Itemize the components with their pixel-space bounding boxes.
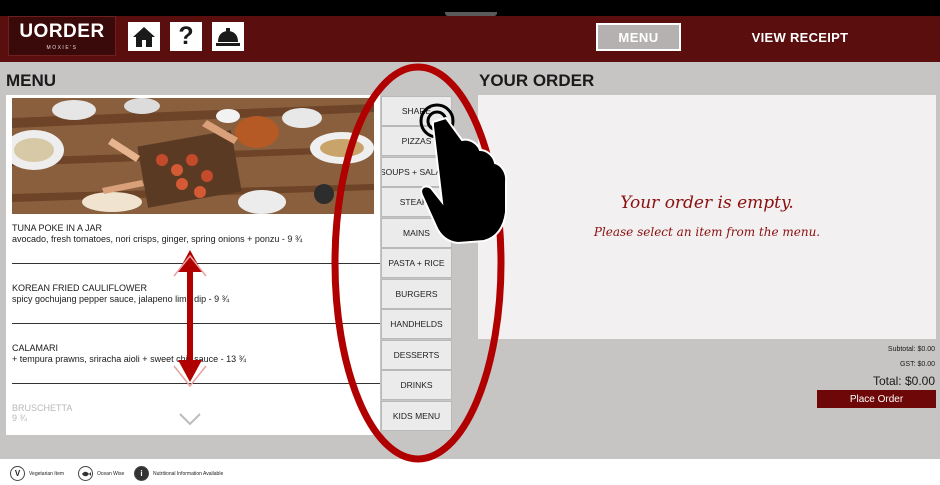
info-icon: i xyxy=(134,466,149,481)
logo-subtext: MOXIE'S xyxy=(46,45,78,51)
menu-item-name[interactable]: BRUSCHETTA xyxy=(12,403,72,413)
menu-item-name[interactable]: TUNA POKE IN A JAR xyxy=(12,223,102,233)
question-icon: ? xyxy=(178,22,194,50)
category-kids-menu[interactable]: KIDS MENU xyxy=(381,401,452,431)
view-receipt-button[interactable]: VIEW RECEIPT xyxy=(740,23,860,51)
place-order-button[interactable]: Place Order xyxy=(817,390,936,408)
home-button[interactable] xyxy=(128,22,160,51)
subtotal-text: Subtotal: $0.00 xyxy=(887,346,935,353)
order-empty-subtitle: Please select an item from the menu. xyxy=(593,225,821,239)
menu-item-desc: avocado, fresh tomatoes, nori crisps, gi… xyxy=(12,234,303,244)
menu-item-name[interactable]: CALAMARI xyxy=(12,343,58,353)
category-mains[interactable]: MAINS xyxy=(381,218,452,248)
menu-item-desc: + tempura prawns, sriracha aioli + sweet… xyxy=(12,354,247,364)
legend-label: Ocean Wise xyxy=(97,470,125,477)
category-soups-salads[interactable]: SOUPS + SALADS xyxy=(381,157,452,187)
category-burgers[interactable]: BURGERS xyxy=(381,279,452,309)
menu-divider xyxy=(12,323,380,324)
menu-tab-button[interactable]: MENU xyxy=(596,23,681,51)
menu-list[interactable]: TUNA POKE IN A JAR avocado, fresh tomato… xyxy=(6,95,380,435)
vegetarian-icon: V xyxy=(10,466,25,481)
legend-ocean-wise: Ocean Wise xyxy=(78,466,124,481)
category-steaks[interactable]: STEAKS xyxy=(381,187,452,217)
legend-label: Vegetarian Item xyxy=(29,470,65,477)
top-bar xyxy=(0,0,940,16)
app-header: UORDER MOXIE'S ? MENU VIEW RECEIPT xyxy=(0,16,940,62)
ocean-wise-icon xyxy=(78,466,93,481)
total-text: Total: $0.00 xyxy=(872,374,935,388)
help-button[interactable]: ? xyxy=(170,22,202,51)
legend-vegetarian: V Vegetarian Item xyxy=(10,466,64,481)
category-pizzas[interactable]: PIZZAS xyxy=(381,126,452,156)
menu-divider xyxy=(12,383,380,384)
service-bell-icon xyxy=(216,27,240,46)
menu-hero-image xyxy=(12,98,374,214)
legend-label: Nutritional Information Available xyxy=(153,470,224,477)
call-server-button[interactable] xyxy=(212,22,244,51)
category-share[interactable]: SHARE xyxy=(381,96,452,126)
menu-item-desc: spicy gochujang pepper sauce, jalapeno l… xyxy=(12,294,230,304)
logo-text: UORDER xyxy=(19,21,105,42)
logo[interactable]: UORDER MOXIE'S xyxy=(8,16,116,56)
gst-text: GST: $0.00 xyxy=(899,361,935,368)
menu-item-name[interactable]: KOREAN FRIED CAULIFLOWER xyxy=(12,283,147,293)
menu-divider xyxy=(12,263,380,264)
order-panel: Your order is empty. Please select an it… xyxy=(478,95,936,339)
category-desserts[interactable]: DESSERTS xyxy=(381,340,452,370)
legend-nutrition: i Nutritional Information Available xyxy=(134,466,223,481)
menu-item-desc: 9 ¾ xyxy=(12,413,28,423)
home-icon xyxy=(133,26,155,47)
category-drinks[interactable]: DRINKS xyxy=(381,370,452,400)
order-empty-title: Your order is empty. xyxy=(620,193,794,213)
order-title: YOUR ORDER xyxy=(479,71,595,90)
category-handhelds[interactable]: HANDHELDS xyxy=(381,309,452,339)
category-pasta-rice[interactable]: PASTA + RICE xyxy=(381,248,452,278)
menu-title: MENU xyxy=(6,71,57,90)
